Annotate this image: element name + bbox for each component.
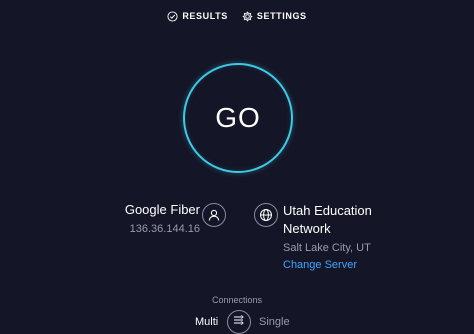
user-icon <box>202 203 226 227</box>
isp-name: Google Fiber <box>124 202 200 217</box>
change-server-link[interactable]: Change Server <box>283 259 463 271</box>
top-nav: RESULTS SETTINGS <box>0 7 474 25</box>
globe-icon <box>254 203 278 227</box>
isp-ip-address: 136.36.144.16 <box>129 223 200 235</box>
multi-connection-option[interactable]: Multi <box>195 316 218 328</box>
check-circle-icon <box>167 10 178 22</box>
connections-label: Connections <box>211 295 263 305</box>
settings-label: SETTINGS <box>256 11 307 21</box>
results-nav-button[interactable]: RESULTS <box>167 10 228 22</box>
connections-selector: Multi Single <box>0 310 474 334</box>
isp-info: Google Fiber 136.36.144.16 <box>100 202 200 235</box>
single-connection-option[interactable]: Single <box>259 316 290 328</box>
settings-nav-button[interactable]: SETTINGS <box>242 11 307 22</box>
server-location: Salt Lake City, UT <box>283 242 371 254</box>
server-name-line-1: Utah Education <box>283 203 372 218</box>
connections-toggle[interactable] <box>227 310 251 334</box>
server-info: Utah Education Network Salt Lake City, U… <box>283 202 463 271</box>
speedtest-page: RESULTS SETTINGS GO Google Fiber 136.36.… <box>0 0 474 334</box>
go-label: GO <box>215 102 261 133</box>
gear-icon <box>242 11 253 22</box>
server-name-line-2: Network <box>283 221 331 236</box>
results-label: RESULTS <box>182 11 228 21</box>
go-button[interactable]: GO <box>183 63 293 173</box>
connections-icon <box>232 313 246 332</box>
